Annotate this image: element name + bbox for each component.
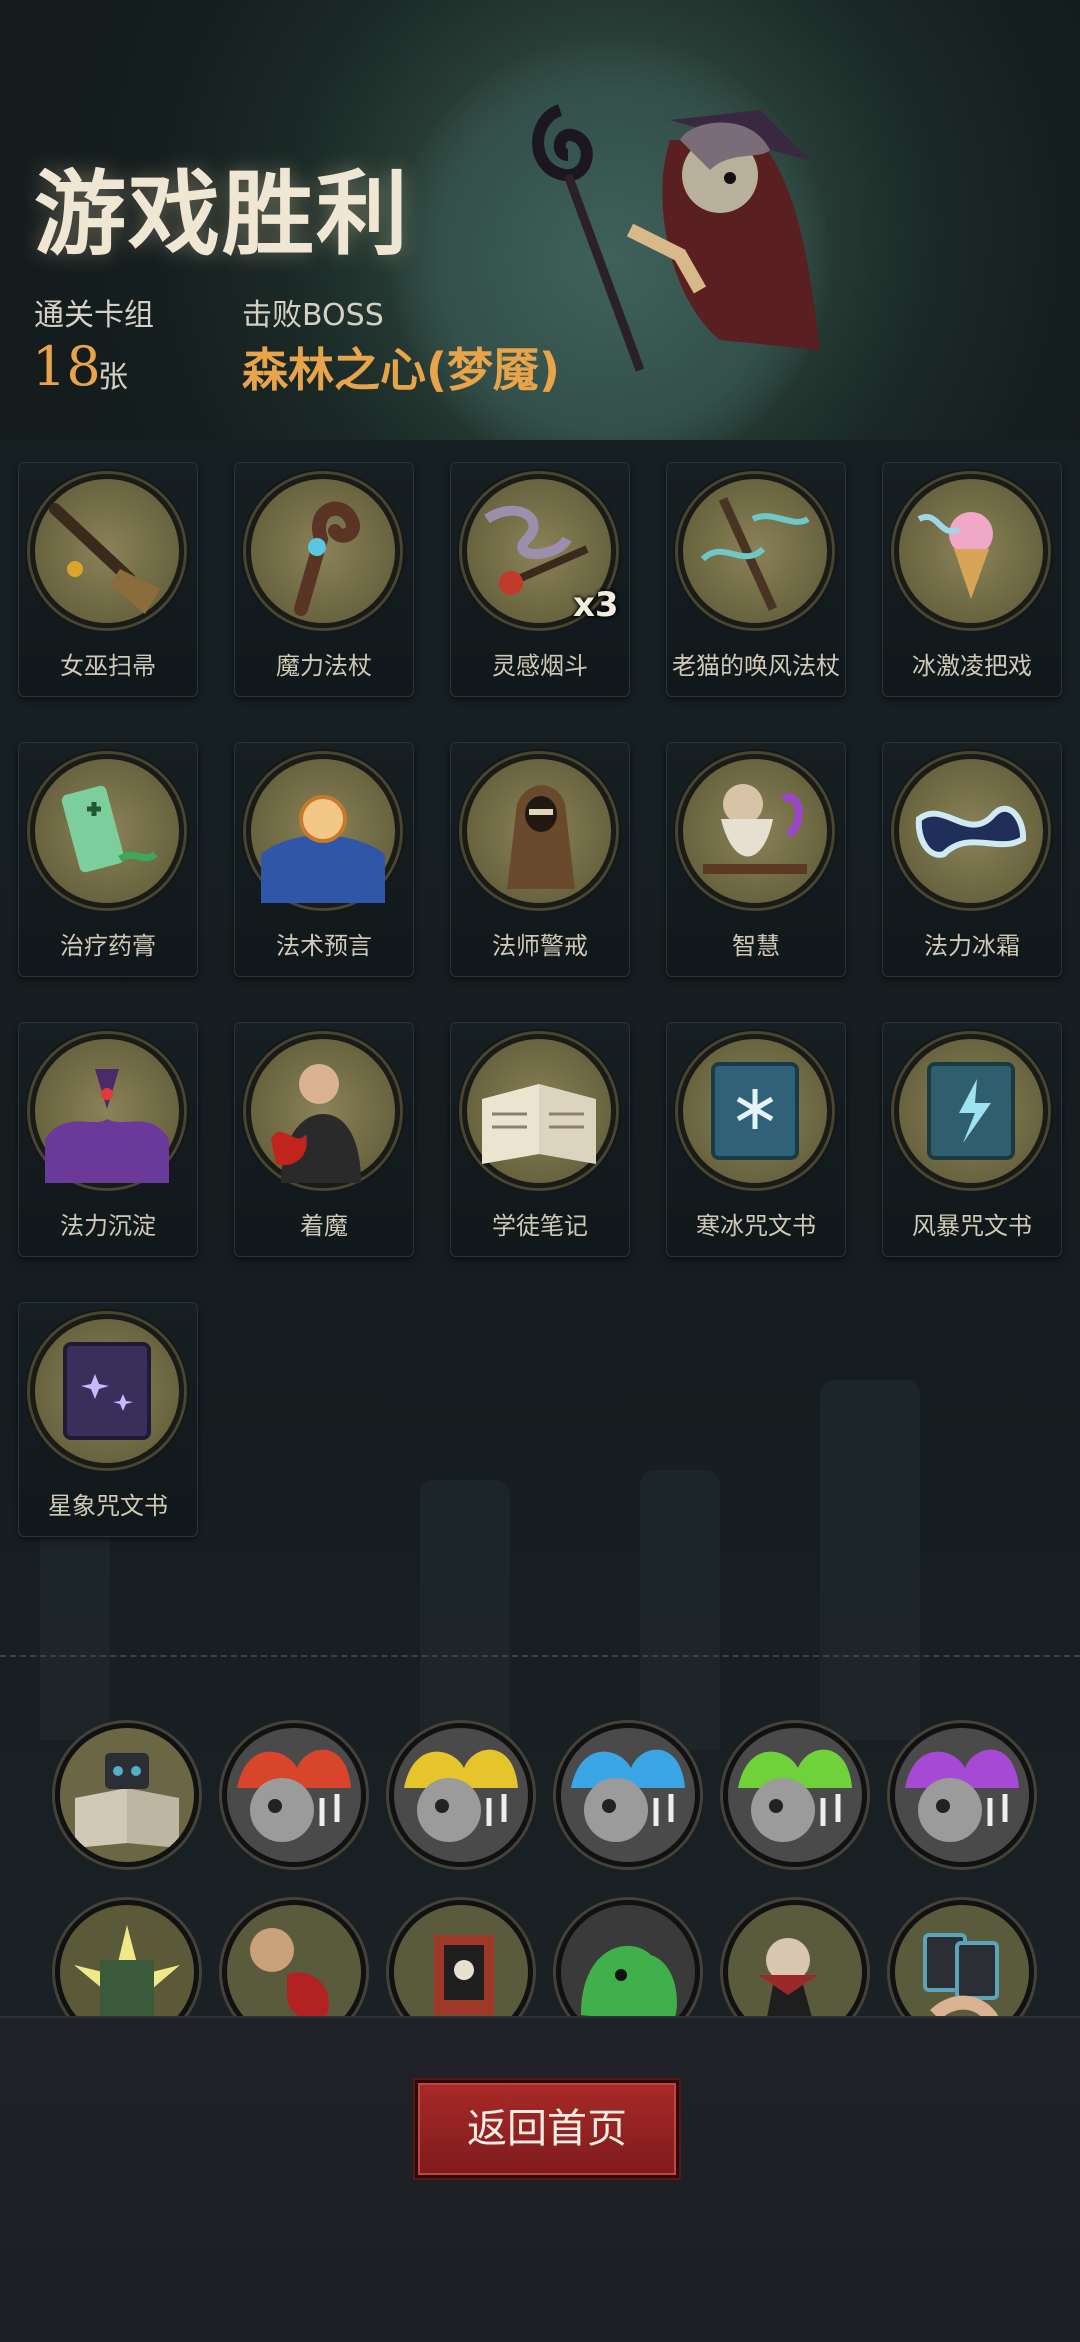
card-item[interactable]: 老猫的唤风法杖 — [666, 462, 846, 697]
card-label: 法师警戒 — [492, 932, 588, 960]
music-skull-blue-icon[interactable] — [556, 1723, 700, 1867]
music-skull-purple-icon[interactable] — [890, 1723, 1034, 1867]
music-skull-green-icon[interactable] — [723, 1723, 867, 1867]
possessed-icon — [246, 1034, 400, 1188]
card-label: 学徒笔记 — [492, 1212, 588, 1240]
card-label: 老猫的唤风法杖 — [672, 652, 840, 680]
crystal-orb-icon — [246, 754, 400, 908]
card-label: 女巫扫帚 — [60, 652, 156, 680]
victory-title: 游戏胜利 — [34, 161, 411, 268]
card-label: 治疗药膏 — [60, 932, 156, 960]
card-label: 寒冰咒文书 — [696, 1212, 816, 1240]
background-rock — [420, 1480, 510, 1740]
broom-icon — [30, 474, 184, 628]
card-label: 着魔 — [300, 1212, 348, 1240]
deck-count: 18 — [32, 335, 101, 398]
ice-cream-icon — [894, 474, 1048, 628]
card-item[interactable]: x3 灵感烟斗 — [450, 462, 630, 697]
card-label: 灵感烟斗 — [492, 652, 588, 680]
notebook-icon — [462, 1034, 616, 1188]
card-label: 魔力法杖 — [276, 652, 372, 680]
return-home-button[interactable]: 返回首页 — [415, 2080, 679, 2178]
card-item[interactable]: 治疗药膏 — [18, 742, 198, 977]
music-skull-red-icon[interactable] — [222, 1723, 366, 1867]
ice-tome-icon — [678, 1034, 832, 1188]
spellbook-relic-icon[interactable] — [55, 1723, 199, 1867]
card-item[interactable]: 寒冰咒文书 — [666, 1022, 846, 1257]
card-label: 法力冰霜 — [924, 932, 1020, 960]
witch-character-art — [532, 104, 820, 372]
background-rock — [640, 1470, 720, 1750]
card-item[interactable]: 法力沉淀 — [18, 1022, 198, 1257]
card-item[interactable]: 星象咒文书 — [18, 1302, 198, 1537]
card-label: 法力沉淀 — [60, 1212, 156, 1240]
staff-icon — [246, 474, 400, 628]
section-divider — [0, 1655, 1080, 1657]
deck-label: 通关卡组 — [34, 298, 154, 333]
boss-name: 森林之心(梦魇) — [242, 343, 561, 397]
star-tome-icon — [30, 1314, 184, 1468]
card-label: 风暴咒文书 — [912, 1212, 1032, 1240]
boss-label: 击败BOSS — [242, 298, 384, 333]
hooded-mage-icon — [462, 754, 616, 908]
frost-icon — [894, 754, 1048, 908]
old-sage-icon — [678, 754, 832, 908]
card-label: 冰激凌把戏 — [912, 652, 1032, 680]
card-label: 智慧 — [732, 932, 780, 960]
card-item[interactable]: 女巫扫帚 — [18, 462, 198, 697]
card-label: 法术预言 — [276, 932, 372, 960]
ointment-icon — [30, 754, 184, 908]
card-item[interactable]: 法师警戒 — [450, 742, 630, 977]
card-item[interactable]: 法力冰霜 — [882, 742, 1062, 977]
card-label: 星象咒文书 — [48, 1492, 168, 1520]
card-item[interactable]: 智慧 — [666, 742, 846, 977]
card-item[interactable]: 魔力法杖 — [234, 462, 414, 697]
storm-tome-icon — [894, 1034, 1048, 1188]
bottom-bar — [0, 2016, 1080, 2342]
card-item[interactable]: 法术预言 — [234, 742, 414, 977]
background-rock — [820, 1380, 920, 1740]
mana-eye-icon — [30, 1034, 184, 1188]
wind-staff-icon — [678, 474, 832, 628]
deck-unit: 张 — [98, 360, 128, 395]
card-count-badge: x3 — [573, 585, 619, 625]
card-item[interactable]: 风暴咒文书 — [882, 1022, 1062, 1257]
music-skull-yellow-icon[interactable] — [389, 1723, 533, 1867]
card-item[interactable]: 冰激凌把戏 — [882, 462, 1062, 697]
card-item[interactable]: 着魔 — [234, 1022, 414, 1257]
card-item[interactable]: 学徒笔记 — [450, 1022, 630, 1257]
